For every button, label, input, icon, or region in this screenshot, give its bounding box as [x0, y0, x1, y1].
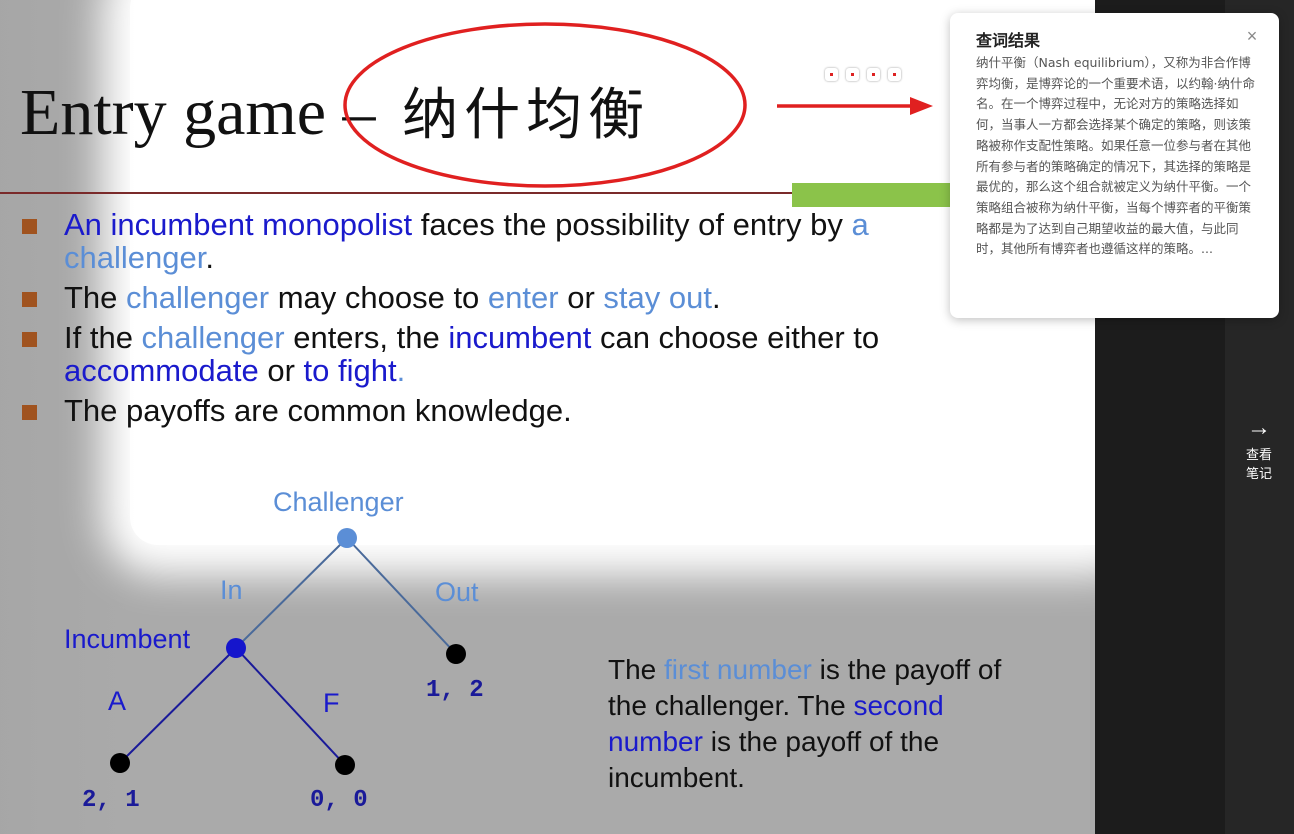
bullet-text-run: .	[205, 240, 214, 275]
green-accent-bar	[792, 183, 952, 207]
bullet-text-run: enters, the	[284, 320, 449, 355]
bullet-text-run: .	[711, 280, 721, 315]
edge-a	[119, 647, 237, 764]
f-terminal-node	[335, 755, 355, 775]
bullet-item: If the challenger enters, the incumbent …	[20, 321, 960, 387]
slide-canvas: Entry game – 纳什均衡 An incumbent monopolis…	[0, 0, 1095, 834]
bullet-text-run: to fight	[303, 353, 397, 388]
bullet-square-icon	[22, 405, 37, 420]
bullet-text-run: challenger	[126, 280, 270, 315]
out-label: Out	[435, 577, 479, 607]
bullet-text-run: faces the possibility of entry by	[412, 207, 852, 242]
bullet-text-run: may choose to	[269, 280, 488, 315]
bullet-text-run: enter	[487, 280, 559, 315]
lookup-result-popup: 查词结果 × 纳什平衡（Nash equilibrium），又称为非合作博弈均衡…	[950, 13, 1279, 318]
view-notes-label-line1: 查看	[1245, 448, 1272, 463]
view-notes-button[interactable]: → 查看 笔记	[1233, 410, 1285, 484]
challenger-label: Challenger	[273, 487, 404, 517]
bullet-list: An incumbent monopolist faces the possib…	[20, 208, 960, 434]
bullet-text-run: can choose either to	[591, 320, 880, 355]
a-terminal-node	[110, 753, 130, 773]
bullet-text-run: If the	[64, 320, 142, 355]
bullet-square-icon	[22, 332, 37, 347]
edge-in	[235, 537, 348, 649]
bullet-text-run: incumbent	[448, 320, 592, 355]
handle-dot[interactable]	[825, 68, 838, 81]
bullet-text-run: challenger	[141, 320, 285, 355]
bullet-text-run: The payoffs are common knowledge.	[64, 393, 572, 428]
bullet-text-run: stay out	[603, 280, 712, 315]
view-notes-label-line2: 笔记	[1245, 467, 1272, 482]
a-label: A	[108, 686, 127, 716]
explain-text-run: The	[608, 654, 665, 685]
handle-dot[interactable]	[846, 68, 859, 81]
popup-title: 查词结果	[976, 31, 1041, 50]
challenger-node	[337, 528, 357, 548]
bullet-text-run: .	[396, 353, 406, 388]
payoff-out: 1, 2	[426, 677, 484, 704]
payoff-a: 2, 1	[82, 787, 140, 814]
incumbent-node	[226, 638, 246, 658]
payoff-f: 0, 0	[310, 787, 368, 814]
incumbent-label: Incumbent	[64, 624, 191, 654]
bullet-square-icon	[22, 219, 37, 234]
f-label: F	[323, 688, 340, 718]
bullet-item: An incumbent monopolist faces the possib…	[20, 208, 960, 274]
payoff-explanation: The first number is the payoff of the ch…	[608, 652, 1028, 796]
in-label: In	[220, 575, 243, 605]
title-english: Entry game –	[20, 76, 393, 149]
arrow-right-icon: →	[1247, 414, 1271, 441]
selection-handles[interactable]	[825, 68, 901, 81]
explain-text-run: first number	[664, 654, 812, 685]
bullet-text-run: An incumbent monopolist	[64, 207, 413, 242]
bullet-text-run: The	[64, 280, 127, 315]
bullet-item: The payoffs are common knowledge.	[20, 394, 960, 427]
bullet-square-icon	[22, 292, 37, 307]
handle-dot[interactable]	[888, 68, 901, 81]
out-terminal-node	[446, 644, 466, 664]
bullet-item: The challenger may choose to enter or st…	[20, 281, 960, 314]
bullet-text-run: or	[558, 280, 604, 315]
close-icon[interactable]: ×	[1243, 27, 1261, 45]
red-ellipse-annotation	[343, 22, 747, 188]
red-arrow-annotation	[777, 97, 933, 115]
bullet-text-run: or	[258, 353, 304, 388]
popup-body: 纳什平衡（Nash equilibrium），又称为非合作博弈均衡，是博弈论的一…	[976, 55, 1255, 257]
bullet-text-run: accommodate	[64, 353, 259, 388]
handle-dot[interactable]	[867, 68, 880, 81]
